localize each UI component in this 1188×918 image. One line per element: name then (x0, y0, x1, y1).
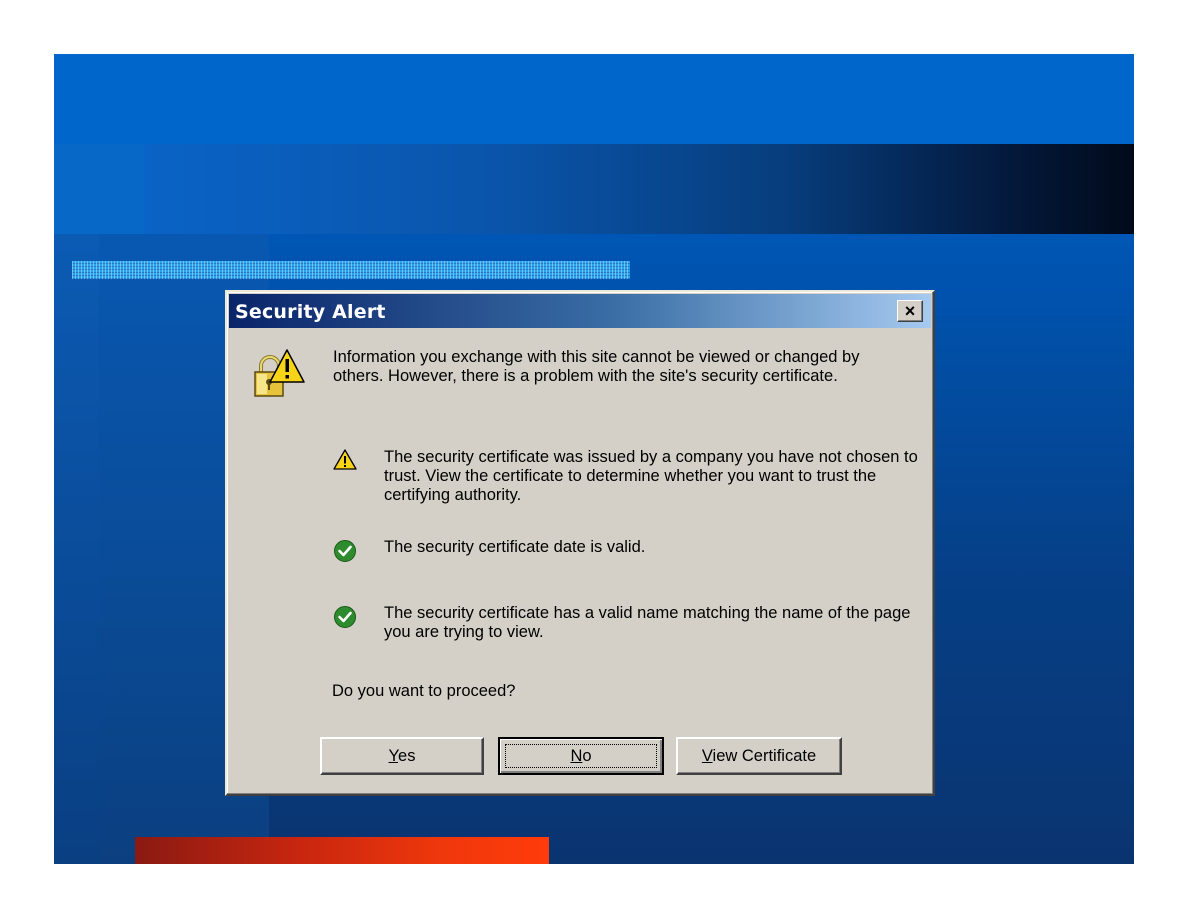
proceed-question: Do you want to proceed? (332, 682, 516, 700)
yes-button[interactable]: Yes (320, 737, 484, 775)
warning-icon (333, 449, 357, 470)
lock-warning-icon (254, 349, 305, 397)
yes-button-label: Yes (388, 746, 416, 765)
slide-title-bar (144, 144, 1134, 234)
check-icon (334, 540, 356, 562)
slide-column (54, 234, 99, 864)
security-alert-dialog: Security Alert × Information you exchang… (225, 290, 935, 796)
close-icon: × (904, 301, 916, 321)
slide-left-block (54, 144, 144, 234)
slide-divider-line (72, 261, 630, 279)
view-certificate-button-label: View Certificate (701, 746, 817, 765)
close-button[interactable]: × (897, 300, 923, 322)
no-button[interactable]: No (498, 737, 664, 775)
dialog-titlebar[interactable]: Security Alert × (229, 294, 931, 328)
dialog-title: Security Alert (235, 301, 386, 323)
no-button-label: No (570, 746, 592, 765)
item-text: The security certificate has a valid nam… (384, 604, 911, 641)
slide-top-band (54, 54, 1134, 144)
view-certificate-button[interactable]: View Certificate (676, 737, 842, 775)
item-text: The security certificate was issued by a… (384, 448, 918, 504)
slide-accent-bar (135, 837, 549, 864)
check-icon (334, 606, 356, 628)
intro-text: Information you exchange with this site … (333, 348, 860, 385)
item-text: The security certificate date is valid. (384, 538, 646, 556)
